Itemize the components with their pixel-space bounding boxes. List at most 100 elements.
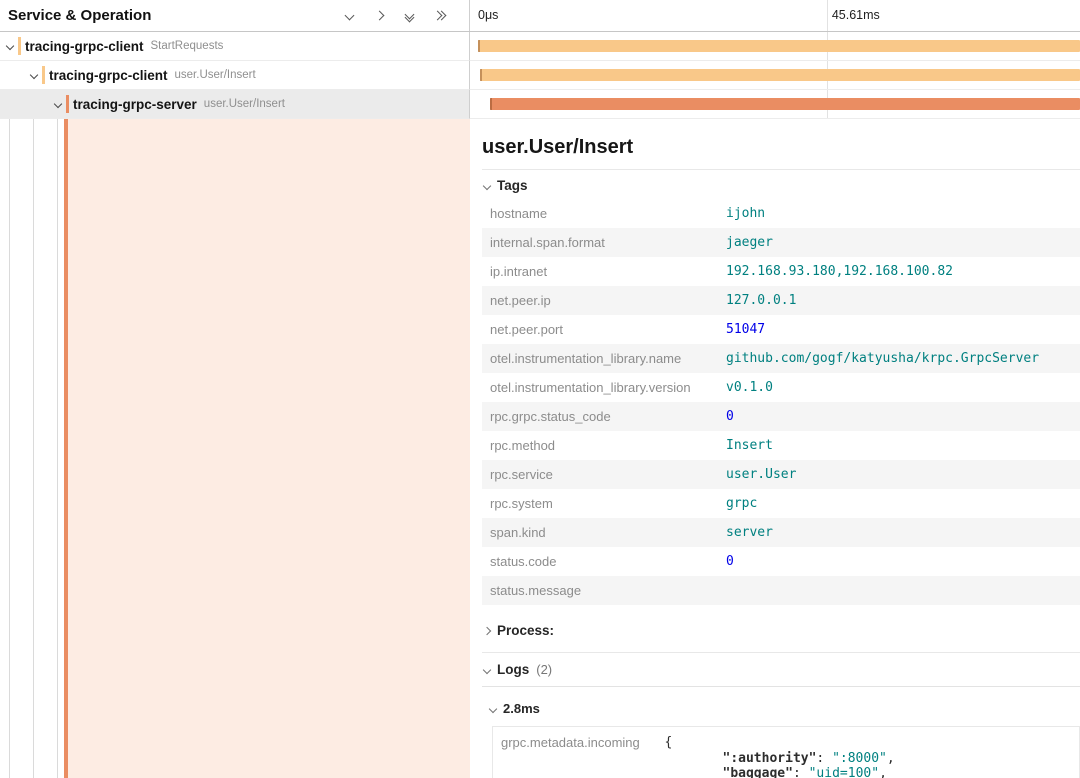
tag-row: rpc.methodInsert [482, 431, 1080, 460]
collapse-all-button[interactable] [401, 8, 417, 24]
tags-label: Tags [497, 178, 528, 193]
tag-row: otel.instrumentation_library.namegithub.… [482, 344, 1080, 373]
span-toggle-chevron-icon[interactable] [51, 97, 65, 111]
expand-one-button[interactable] [371, 8, 387, 24]
span-operation-name: user.User/Insert [175, 69, 256, 81]
tag-key: otel.instrumentation_library.version [482, 373, 718, 402]
tag-value: ijohn [718, 199, 1080, 228]
span-detail-title: user.User/Insert [482, 135, 1080, 159]
span-duration-bar[interactable] [480, 69, 1080, 81]
logs-section-header[interactable]: Logs (2) [482, 653, 1080, 687]
span-service-name: tracing-grpc-client [25, 39, 144, 54]
span-row[interactable]: tracing-grpc-client user.User/Insert [0, 61, 1080, 90]
chevron-down-icon [489, 704, 497, 712]
collapse-one-button[interactable] [341, 8, 357, 24]
tag-value: 0 [718, 402, 1080, 431]
span-detail-panel: user.User/Insert Tags hostnameijohninter… [470, 119, 1080, 778]
tree-indent-guide [33, 119, 34, 778]
span-service-name: tracing-grpc-server [73, 97, 197, 112]
expand-all-button[interactable] [431, 8, 447, 24]
tag-key: rpc.system [482, 489, 718, 518]
span-name: tracing-grpc-client user.User/Insert [42, 66, 256, 84]
span-toggle-chevron-icon[interactable] [3, 39, 17, 53]
tags-section-header[interactable]: Tags [482, 170, 1080, 199]
tag-row: net.peer.port51047 [482, 315, 1080, 344]
tag-row: hostnameijohn [482, 199, 1080, 228]
tag-row: rpc.serviceuser.User [482, 460, 1080, 489]
tree-controls [341, 8, 447, 24]
span-operation-name: StartRequests [151, 40, 224, 52]
tag-value: 127.0.0.1 [718, 286, 1080, 315]
span-detail-backdrop [68, 119, 470, 778]
tag-row: net.peer.ip127.0.0.1 [482, 286, 1080, 315]
tree-indent-guide [57, 119, 58, 778]
tag-key: otel.instrumentation_library.name [482, 344, 718, 373]
tag-value: server [718, 518, 1080, 547]
timeline-ruler: 0μs 45.61ms [470, 0, 1080, 31]
tag-key: hostname [482, 199, 718, 228]
tag-row: internal.span.formatjaeger [482, 228, 1080, 257]
span-duration-bar[interactable] [490, 98, 1080, 110]
tag-value: v0.1.0 [718, 373, 1080, 402]
tag-value: 0 [718, 547, 1080, 576]
tag-key: rpc.service [482, 460, 718, 489]
logs-count: (2) [536, 662, 552, 677]
tag-row: span.kindserver [482, 518, 1080, 547]
service-operation-title: Service & Operation [8, 7, 341, 24]
chevron-right-icon [374, 11, 384, 21]
tag-value: jaeger [718, 228, 1080, 257]
span-operation-name: user.User/Insert [204, 98, 285, 110]
tags-section: Tags hostnameijohninternal.span.formatja… [482, 169, 1080, 605]
tag-value [718, 576, 1080, 605]
timeline-tick-label: 0μs [478, 8, 498, 22]
tag-value: grpc [718, 489, 1080, 518]
log-entry-header[interactable]: 2.8ms [490, 701, 1080, 716]
tag-key: rpc.grpc.status_code [482, 402, 718, 431]
span-name: tracing-grpc-server user.User/Insert [66, 95, 285, 113]
tag-row: status.code0 [482, 547, 1080, 576]
log-field-value: {":authority": ":8000","baggage": "uid=1… [657, 727, 1080, 778]
span-rows: tracing-grpc-clientStartRequeststracing-… [0, 32, 1080, 119]
timeline-tick-label: 45.61ms [832, 8, 880, 22]
chevron-right-icon [483, 626, 491, 634]
span-name-cell[interactable]: tracing-grpc-client StartRequests [0, 32, 470, 61]
span-name-cell[interactable]: tracing-grpc-client user.User/Insert [0, 61, 470, 90]
span-row[interactable]: tracing-grpc-client StartRequests [0, 32, 1080, 61]
tag-row: ip.intranet192.168.93.180,192.168.100.82 [482, 257, 1080, 286]
jaeger-trace-view: Service & Operation 0μs 45.61ms tracing-g… [0, 0, 1080, 778]
tag-value: Insert [718, 431, 1080, 460]
log-entry: 2.8ms grpc.metadata.incoming {":authorit… [482, 687, 1080, 778]
tag-value: user.User [718, 460, 1080, 489]
tags-table: hostnameijohninternal.span.formatjaegeri… [482, 199, 1080, 605]
tag-row: rpc.grpc.status_code0 [482, 402, 1080, 431]
tag-value: 51047 [718, 315, 1080, 344]
span-duration-bar[interactable] [478, 40, 1080, 52]
chevron-down-icon [344, 11, 354, 21]
span-detail-row: user.User/Insert Tags hostnameijohninter… [0, 119, 1080, 778]
double-chevron-down-icon [406, 11, 413, 21]
tag-key: status.code [482, 547, 718, 576]
tag-value: github.com/gogf/katyusha/krpc.GrpcServer [718, 344, 1080, 373]
tag-value: 192.168.93.180,192.168.100.82 [718, 257, 1080, 286]
log-field-key: grpc.metadata.incoming [493, 727, 657, 778]
double-chevron-right-icon [434, 12, 445, 19]
process-section-header[interactable]: Process: [482, 617, 1080, 644]
tree-indent-guide [9, 119, 10, 778]
span-name-cell[interactable]: tracing-grpc-server user.User/Insert [0, 90, 470, 119]
tag-key: net.peer.port [482, 315, 718, 344]
timeline-gridline [827, 0, 828, 31]
span-timeline-cell [470, 90, 1080, 119]
chevron-down-icon [483, 665, 491, 673]
tag-row: rpc.systemgrpc [482, 489, 1080, 518]
span-timeline-cell [470, 32, 1080, 61]
tag-key: ip.intranet [482, 257, 718, 286]
span-service-name: tracing-grpc-client [49, 68, 168, 83]
process-label: Process: [497, 623, 554, 638]
tag-key: status.message [482, 576, 718, 605]
log-field-row: grpc.metadata.incoming {":authority": ":… [493, 727, 1080, 778]
span-tree-gutter [0, 119, 470, 778]
span-toggle-chevron-icon[interactable] [27, 68, 41, 82]
span-row[interactable]: tracing-grpc-server user.User/Insert [0, 90, 1080, 119]
tag-key: rpc.method [482, 431, 718, 460]
tag-row: status.message [482, 576, 1080, 605]
